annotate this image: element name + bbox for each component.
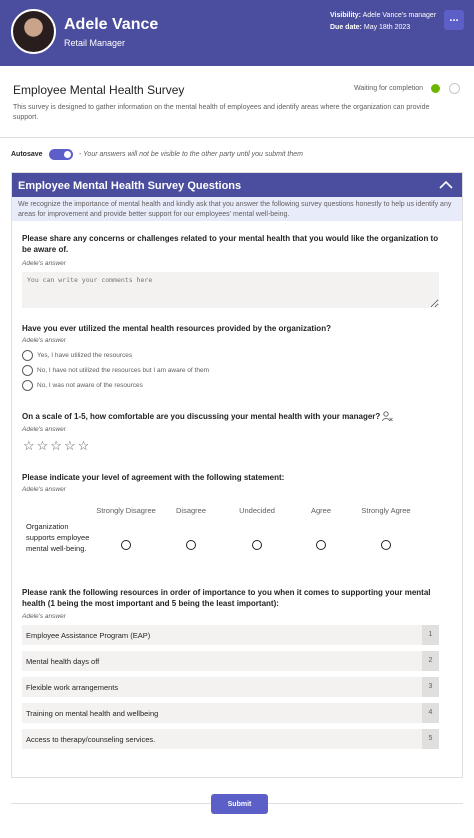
rank-item[interactable]: Training on mental health and wellbeing … [22, 703, 439, 723]
status-pending-circle-icon [449, 83, 460, 94]
rank-number: 1 [422, 625, 439, 645]
answer-label: Adele's answer [22, 486, 66, 493]
avatar [11, 9, 56, 54]
question-1: Please share any concerns or challenges … [22, 234, 439, 254]
toggle-knob [64, 151, 71, 158]
rank-number: 4 [422, 703, 439, 723]
status-label: Waiting for completion [354, 85, 423, 92]
survey-description: This survey is designed to gather inform… [13, 104, 430, 121]
user-name: Adele Vance [64, 16, 159, 33]
radio-option-label: Yes, I have utilized the resources [37, 352, 133, 359]
rank-number: 2 [422, 651, 439, 671]
radio-button[interactable] [22, 365, 33, 376]
status-indicator [431, 83, 461, 94]
likert-header-strongly-disagree: Strongly Disagree [96, 506, 156, 515]
questions-card: Employee Mental Health Survey Questions … [11, 172, 463, 778]
person-icon [382, 411, 393, 422]
more-options-button[interactable]: ... [444, 10, 464, 30]
likert-header-undecided: Undecided [239, 506, 275, 515]
question-4: Please indicate your level of agreement … [22, 473, 285, 482]
likert-header-agree: Agree [310, 506, 331, 515]
autosave-label: Autosave [11, 151, 43, 158]
chevron-up-icon[interactable] [439, 180, 453, 190]
rank-item-label: Employee Assistance Program (EAP) [26, 631, 151, 640]
radio-option-label: No, I was not aware of the resources [37, 382, 143, 389]
answer-label: Adele's answer [22, 426, 66, 433]
divider [0, 137, 474, 138]
likert-radio-undecided[interactable] [252, 540, 262, 550]
rank-item[interactable]: Employee Assistance Program (EAP) 1 [22, 625, 439, 645]
section-title: Employee Mental Health Survey Questions [18, 180, 242, 192]
comments-textarea[interactable] [22, 272, 439, 308]
rank-item[interactable]: Flexible work arrangements 3 [22, 677, 439, 697]
likert-radio-strongly-disagree[interactable] [121, 540, 131, 550]
user-role: Retail Manager [64, 38, 126, 48]
section-intro: We recognize the importance of mental he… [12, 197, 462, 221]
autosave-toggle[interactable] [49, 149, 73, 160]
status-complete-dot-icon [431, 84, 440, 93]
radio-button[interactable] [22, 380, 33, 391]
likert-statement: Organization supports employee mental we… [26, 522, 90, 553]
answer-label: Adele's answer [22, 337, 66, 344]
answer-label: Adele's answer [22, 613, 66, 620]
question-2: Have you ever utilized the mental health… [22, 324, 331, 333]
rank-item-label: Training on mental health and wellbeing [26, 709, 159, 718]
radio-button[interactable] [22, 350, 33, 361]
likert-header-disagree: Disagree [175, 506, 206, 515]
answer-label: Adele's answer [22, 260, 66, 267]
visibility-value: Adele Vance's manager [362, 12, 437, 19]
likert-radio-agree[interactable] [316, 540, 326, 550]
rank-item[interactable]: Access to therapy/counseling services. 5 [22, 729, 439, 749]
rank-number: 5 [422, 729, 439, 749]
rank-item[interactable]: Mental health days off 2 [22, 651, 439, 671]
likert-header-strongly-agree: Strongly Agree [361, 506, 411, 515]
visibility-label: Visibility: [330, 12, 361, 19]
star-rating[interactable]: ☆☆☆☆☆ [23, 438, 91, 454]
likert-radio-disagree[interactable] [186, 540, 196, 550]
survey-meta: Visibility: Adele Vance's manager Due da… [330, 10, 436, 34]
rank-item-label: Access to therapy/counseling services. [26, 735, 156, 744]
survey-title: Employee Mental Health Survey [13, 83, 185, 97]
due-date-value: May 18th 2023 [363, 24, 411, 31]
radio-option-label: No, I have not utilized the resources bu… [37, 367, 209, 374]
submit-button[interactable]: Submit [211, 794, 268, 814]
due-date-label: Due date: [330, 24, 362, 31]
question-3: On a scale of 1-5, how comfortable are y… [22, 412, 381, 421]
autosave-note: - Your answers will not be visible to th… [79, 151, 303, 158]
question-5: Please rank the following resources in o… [22, 588, 431, 608]
rank-item-label: Flexible work arrangements [26, 683, 119, 692]
rank-number: 3 [422, 677, 439, 697]
section-header[interactable]: Employee Mental Health Survey Questions [12, 173, 462, 197]
rank-item-label: Mental health days off [26, 657, 100, 666]
profile-header: Adele Vance Retail Manager Visibility: A… [0, 0, 474, 66]
likert-radio-strongly-agree[interactable] [381, 540, 391, 550]
